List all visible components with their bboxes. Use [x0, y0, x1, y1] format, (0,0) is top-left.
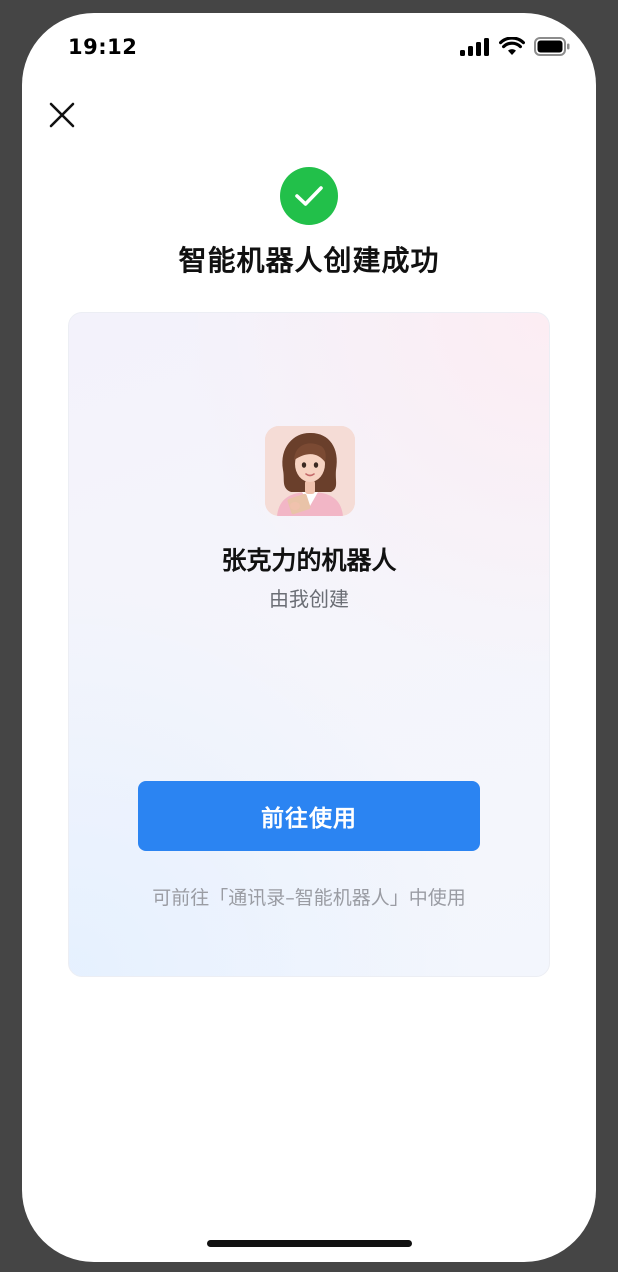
- close-button[interactable]: [40, 93, 84, 137]
- success-badge: [280, 167, 338, 225]
- bot-creator-label: 由我创建: [269, 587, 349, 611]
- status-icons: [460, 37, 570, 56]
- phone-screen: 19:12 智能机器人创建成功 张克力的机器人 由我创建 前往使用 可前往「通讯…: [22, 13, 596, 1262]
- bot-name: 张克力的机器人: [221, 546, 397, 575]
- close-icon: [49, 102, 75, 128]
- usage-hint: 可前往「通讯录–智能机器人」中使用: [152, 887, 466, 909]
- checkmark-icon: [295, 186, 323, 206]
- cellular-signal-icon: [460, 37, 489, 56]
- status-time: 19:12: [68, 35, 138, 59]
- avatar-illustration: [265, 426, 355, 516]
- bot-card: 张克力的机器人 由我创建 前往使用 可前往「通讯录–智能机器人」中使用: [68, 312, 550, 977]
- wifi-icon: [499, 37, 525, 55]
- bot-avatar: [265, 426, 355, 516]
- home-indicator[interactable]: [207, 1240, 412, 1247]
- page-title: 智能机器人创建成功: [178, 244, 440, 277]
- battery-icon: [534, 37, 570, 56]
- status-bar: 19:12: [22, 13, 596, 85]
- go-to-use-button[interactable]: 前往使用: [138, 781, 480, 851]
